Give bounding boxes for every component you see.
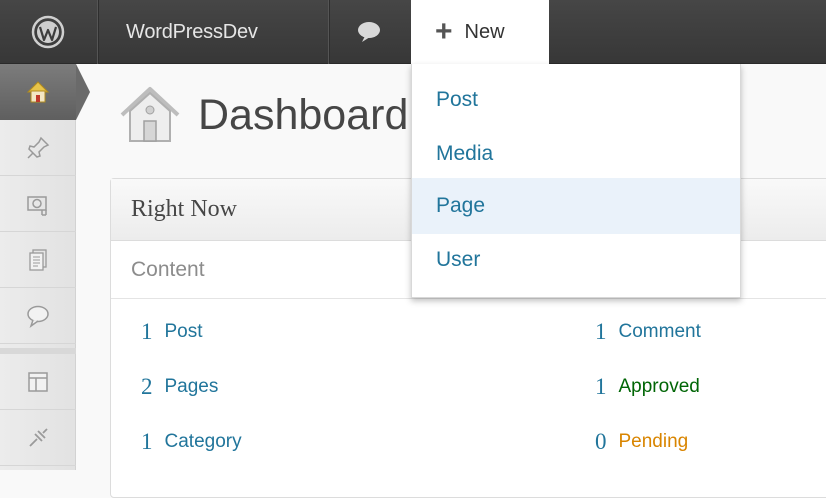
stat-label: Comment <box>618 321 701 342</box>
site-name-label: WordPressDev <box>126 20 258 43</box>
sidebar-item-plugins[interactable] <box>0 410 76 466</box>
sidebar-item-posts[interactable] <box>0 120 76 176</box>
page-title: Dashboard <box>118 80 408 150</box>
stat-approved[interactable]: 1 Approved <box>595 372 700 402</box>
plus-icon: + <box>435 15 453 48</box>
stat-label: Pages <box>164 376 219 397</box>
widget-title: Right Now <box>131 196 238 222</box>
menu-item-post[interactable]: Post <box>412 72 740 128</box>
menu-item-label: Page <box>436 194 486 217</box>
stat-count: 1 <box>595 319 607 344</box>
active-menu-arrow <box>76 64 90 120</box>
stat-count: 1 <box>141 429 153 454</box>
new-content-dropdown: Post Media Page User <box>411 64 741 298</box>
comments-link[interactable] <box>330 0 408 64</box>
sidebar-item-dashboard[interactable] <box>0 64 76 120</box>
stat-categories[interactable]: 1 Category <box>141 427 242 457</box>
new-content-menu[interactable]: + New <box>411 0 549 64</box>
admin-sidebar <box>0 64 76 470</box>
sidebar-item-appearance[interactable] <box>0 354 76 410</box>
pin-icon <box>27 136 50 159</box>
separator <box>97 0 98 64</box>
comments-icon <box>27 305 49 328</box>
section-label: Content <box>131 257 205 281</box>
stat-label: Pending <box>618 431 689 452</box>
page-title-text: Dashboard <box>198 90 409 139</box>
menu-item-label: Post <box>436 88 479 111</box>
menu-item-label: Media <box>436 142 494 165</box>
stat-label: Approved <box>618 376 700 397</box>
stat-count: 2 <box>141 374 153 399</box>
wordpress-logo-icon <box>31 15 65 49</box>
stat-label: Post <box>164 321 203 342</box>
appearance-icon <box>28 371 48 392</box>
plugins-icon <box>29 427 48 447</box>
admin-bar: WordPressDev + New <box>0 0 826 64</box>
stat-count: 0 <box>595 429 607 454</box>
comment-bubble-icon <box>358 22 380 42</box>
stat-count: 1 <box>595 374 607 399</box>
dashboard-house-icon <box>120 87 180 142</box>
pages-icon <box>29 248 47 271</box>
separator <box>328 0 329 64</box>
stat-comments[interactable]: 1 Comment <box>595 317 701 347</box>
stat-label: Category <box>164 431 242 452</box>
media-icon <box>27 195 47 216</box>
site-name-link[interactable]: WordPressDev <box>108 0 326 64</box>
menu-item-page[interactable]: Page <box>412 178 740 234</box>
sidebar-item-media[interactable] <box>0 176 76 232</box>
menu-item-user[interactable]: User <box>412 232 740 288</box>
sidebar-item-comments[interactable] <box>0 288 76 344</box>
dashboard-icon <box>26 81 50 103</box>
wordpress-menu[interactable] <box>0 0 96 64</box>
menu-item-media[interactable]: Media <box>412 126 740 182</box>
stat-pages[interactable]: 2 Pages <box>141 372 218 402</box>
sidebar-item-pages[interactable] <box>0 232 76 288</box>
menu-item-label: User <box>436 248 481 271</box>
new-label: New <box>464 20 505 43</box>
stat-count: 1 <box>141 319 153 344</box>
stat-pending[interactable]: 0 Pending <box>595 427 688 457</box>
stat-posts[interactable]: 1 Post <box>141 317 203 347</box>
